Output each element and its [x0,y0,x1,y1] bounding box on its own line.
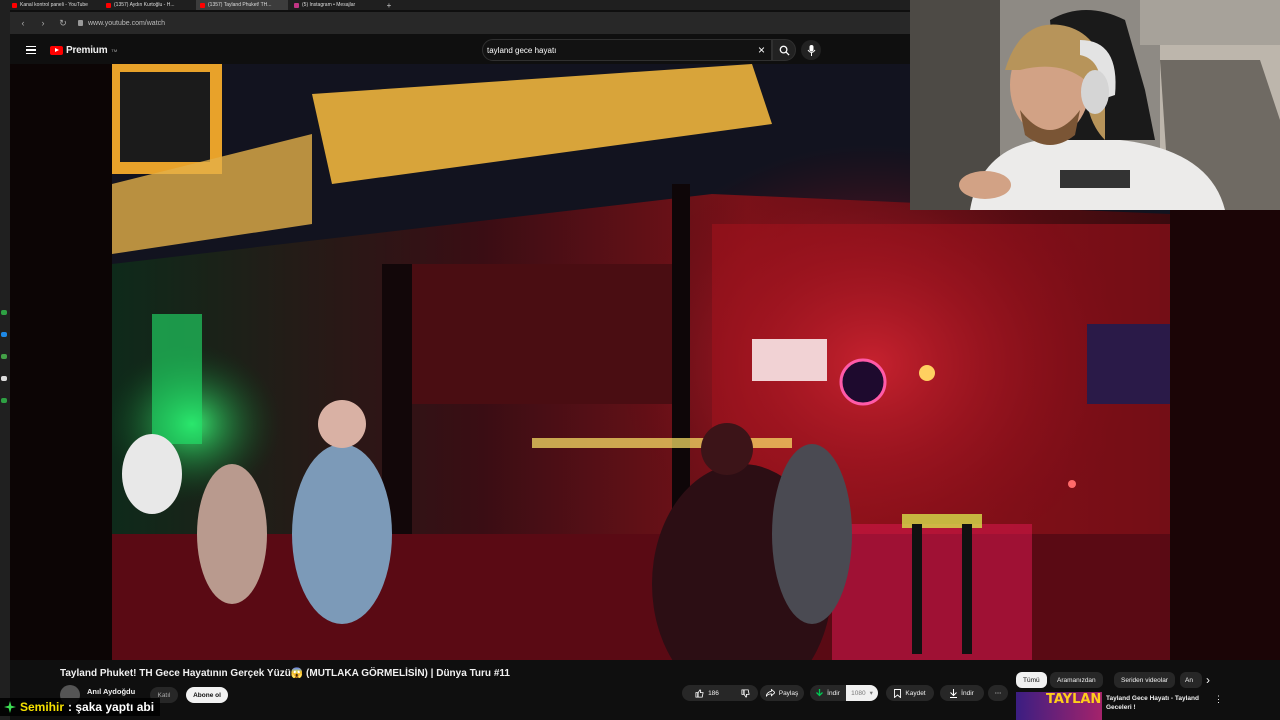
chip-partial[interactable]: An [1180,672,1202,688]
forward-arrow-icon[interactable]: › [38,18,48,28]
youtube-header: Premium TM × [12,36,910,64]
save-button[interactable]: Kaydet [886,685,934,701]
logo-text: Premium [66,44,108,56]
download-button[interactable]: İndir [810,685,846,701]
url-field[interactable]: www.youtube.com/watch [78,20,165,27]
search-box: × [482,39,772,61]
search-button[interactable] [772,39,796,61]
dislike-button[interactable] [732,685,758,701]
browser-tab-active[interactable]: (1357) Tayland Phuket! TH... [196,0,288,10]
player-right-margin [1170,210,1280,660]
chevron-down-icon: ▾ [869,690,873,697]
chat-message: Semihir : şaka yaptı abi [0,698,161,716]
webcam-overlay [910,0,1280,210]
chat-text: : şaka yaptı abi [68,700,155,714]
download-label: İndir [827,689,840,697]
bookmark-icon [894,688,902,698]
youtube-favicon-icon [200,2,205,8]
clear-search-icon[interactable]: × [758,43,765,57]
browser-tab[interactable]: (1357) Aydın Kurtoğlu - H... [102,0,194,10]
thumbs-down-icon [740,688,750,698]
url-text: www.youtube.com/watch [88,19,166,27]
lock-icon [78,20,83,26]
new-tab-button[interactable]: + [384,1,394,10]
app-icon[interactable] [1,332,7,337]
sparkle-icon [4,701,16,713]
subscribe-button[interactable]: Abone ol [186,687,228,703]
tab-label: (1357) Aydın Kurtoğlu - H... [114,2,175,8]
thumbs-up-icon [695,688,704,698]
more-actions-button[interactable]: ⋯ [988,685,1008,701]
browser-tab-bar: Kanal kontrol paneli - YouTube (1357) Ay… [0,0,910,10]
chat-username: Semihir [20,700,65,714]
quality-value: 1080 [851,689,866,697]
microphone-icon [807,44,815,56]
download-button-secondary[interactable]: İndir [940,685,984,701]
thumbnail-text: TAYLAND [1046,692,1102,707]
youtube-play-icon [50,45,63,55]
browser-tab[interactable]: (5) Instagram • Mesajlar [290,0,382,10]
chevron-right-icon[interactable]: › [1206,673,1210,687]
youtube-favicon-icon [12,2,17,8]
like-button[interactable]: 186 [682,685,732,701]
reload-icon[interactable]: ↻ [58,18,68,29]
download-icon [950,688,958,698]
like-count: 186 [708,689,719,697]
recommendation-title[interactable]: Tayland Gece Hayatı - Tayland Geceleri ! [1106,694,1226,712]
video-title: Tayland Phuket! TH Gece Hayatının Gerçek… [60,668,510,679]
download2-label: İndir [961,689,974,697]
channel-name[interactable]: Anıl Aydoğdu [87,687,135,696]
share-button[interactable]: Paylaş [760,685,804,701]
address-bar: ‹ › ↻ www.youtube.com/watch [10,12,910,34]
video-info-area: Tayland Phuket! TH Gece Hayatının Gerçek… [10,660,1280,720]
voice-search-button[interactable] [801,40,821,60]
app-icon[interactable] [1,376,7,381]
app-icon[interactable] [1,354,7,359]
tab-label: Kanal kontrol paneli - YouTube [20,2,88,8]
chip-all[interactable]: Tümü [1016,672,1047,688]
menu-icon[interactable] [26,45,36,55]
recommendation-menu-icon[interactable]: ⋮ [1214,694,1223,705]
back-arrow-icon[interactable]: ‹ [18,18,28,28]
share-icon [765,689,775,697]
search-input[interactable] [487,45,737,55]
tab-label: (1357) Tayland Phuket! TH... [208,2,272,8]
quality-select[interactable]: 1080 ▾ [846,685,878,701]
logo-tm: TM [111,47,118,53]
webcam-frame [910,0,1280,210]
search-icon [779,45,790,56]
share-label: Paylaş [778,689,799,697]
chip-series[interactable]: Seriden videolar [1114,672,1175,688]
player-left-margin [10,64,112,660]
app-icon[interactable] [1,398,7,403]
youtube-logo[interactable]: Premium TM [50,45,117,56]
download-arrow-icon [816,689,824,697]
tab-label: (5) Instagram • Mesajlar [302,2,356,8]
instagram-favicon-icon [294,2,299,8]
save-label: Kaydet [905,689,926,697]
youtube-favicon-icon [106,2,111,8]
left-app-strip [0,10,10,720]
app-icon[interactable] [1,310,7,315]
recommendation-thumbnail[interactable]: TAYLAND [1016,692,1102,720]
chip-from-search[interactable]: Aramanızdan [1050,672,1103,688]
more-icon: ⋯ [994,690,1002,697]
browser-tab[interactable]: Kanal kontrol paneli - YouTube [8,0,100,10]
